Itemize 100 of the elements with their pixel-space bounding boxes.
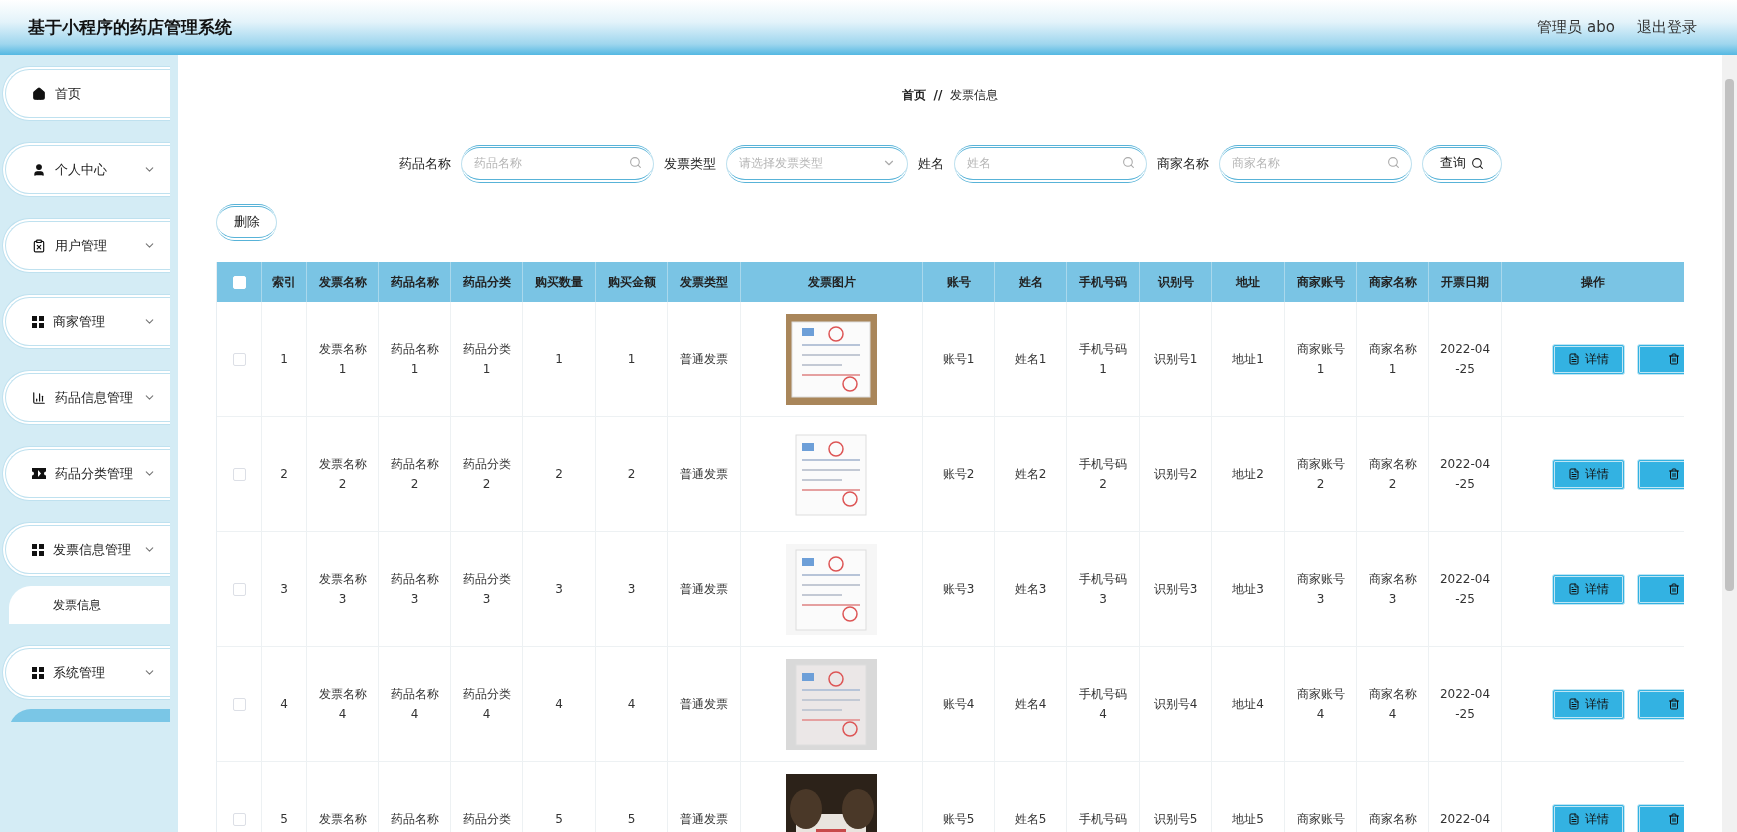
table-cell-text: 姓名4 [1014, 696, 1047, 714]
table-cell-text: 识别号2 [1153, 466, 1198, 484]
column-header: 手机号码 [1079, 273, 1127, 291]
table-cell-text: 账号4 [942, 696, 975, 714]
search-field[interactable]: 商家名称 [1218, 144, 1412, 183]
menu-item[interactable]: 首页 [2, 66, 170, 121]
column-header: 商家名称 [1368, 273, 1417, 291]
table-cell-text: 账号5 [942, 811, 975, 829]
column-header: 操作 [1581, 273, 1605, 291]
table-cell-text: 发票名称3 [317, 571, 368, 609]
table-cell-text: 姓名3 [1014, 581, 1047, 599]
breadcrumb-item[interactable]: 首页 [901, 86, 926, 104]
column-header: 索引 [272, 273, 296, 291]
search-icon [1386, 155, 1400, 169]
table-cell-text: 药品名称3 [389, 571, 440, 609]
table-cell-text: 发票名称4 [317, 686, 368, 724]
table-cell-text: 识别号5 [1153, 811, 1198, 829]
table-cell-text: 手机号码1 [1078, 341, 1128, 379]
search-icon [1470, 156, 1484, 170]
row-checkbox[interactable] [232, 582, 246, 596]
submenu-item[interactable]: 发票信息 [9, 586, 170, 624]
bar-chart-icon [32, 390, 46, 405]
table-cell-text: 5 [627, 811, 636, 829]
column-header: 药品名称 [390, 273, 439, 291]
select-field[interactable]: 请选择发票类型 [725, 144, 908, 183]
table-cell-text: 1 [555, 351, 563, 369]
menu-item[interactable]: 系统管理 [2, 645, 170, 700]
detail-button[interactable]: 详情 [1552, 688, 1625, 720]
search-field[interactable]: 姓名 [953, 144, 1147, 183]
table-cell-text: 账号1 [942, 351, 975, 369]
document-icon [1568, 468, 1580, 481]
table-cell-text: 药品分类 [462, 811, 511, 829]
table-cell-text: 药品分类2 [461, 456, 512, 494]
table-cell-text: 账号2 [942, 466, 975, 484]
column-header: 开票日期 [1441, 273, 1489, 291]
home-icon [32, 86, 46, 101]
table-cell-text: 2022-04-25 [1439, 686, 1491, 724]
document-icon [1568, 813, 1580, 826]
trash-icon [1667, 468, 1680, 481]
table-cell-text: 2022-04 [1439, 811, 1491, 829]
detail-button[interactable]: 详情 [1552, 803, 1625, 832]
column-header: 姓名 [1018, 273, 1043, 291]
column-header: 购买数量 [535, 273, 583, 291]
table-cell-text: 2022-04-25 [1439, 341, 1491, 379]
row-checkbox[interactable] [232, 812, 246, 826]
search-icon [628, 155, 642, 169]
menu-item[interactable]: 药品信息管理 [2, 370, 170, 425]
table-cell-text: 3 [555, 581, 563, 599]
table-cell-text: 3 [627, 581, 636, 599]
row-checkbox[interactable] [232, 352, 246, 366]
menu-item[interactable]: 发票信息管理 [2, 522, 170, 577]
table-cell-text: 商家账号4 [1295, 686, 1346, 724]
table-cell-text: 药品名称2 [389, 456, 440, 494]
menu-item[interactable]: 药品分类管理 [2, 446, 170, 501]
table-cell-text: 识别号4 [1153, 696, 1198, 714]
table-cell-text: 5 [280, 811, 288, 829]
table-cell-text: 地址1 [1232, 351, 1264, 369]
menu-item[interactable]: 用户管理 [2, 218, 170, 273]
table-cell-text: 2022-04-25 [1439, 456, 1491, 494]
detail-button[interactable]: 详情 [1552, 458, 1625, 490]
table-cell-text: 2 [555, 466, 563, 484]
query-button[interactable]: 查询 [1421, 144, 1502, 183]
table-cell-text: 普通发票 [680, 351, 728, 369]
table-cell-text: 商家账号 [1296, 811, 1345, 829]
table-cell-text: 药品分类1 [461, 341, 512, 379]
row-checkbox[interactable] [232, 697, 246, 711]
trash-icon [1667, 698, 1680, 711]
document-icon [1568, 353, 1580, 366]
search-icon [1121, 155, 1135, 169]
trash-icon [1667, 813, 1680, 826]
menu-item[interactable]: 商家管理 [2, 294, 170, 349]
search-field[interactable]: 药品名称 [460, 144, 654, 183]
table-cell-text: 商家账号3 [1295, 571, 1346, 609]
table-cell-text: 药品名称1 [389, 341, 440, 379]
table-cell-text: 商家名称 [1368, 811, 1417, 829]
table-cell-text: 药品分类3 [461, 571, 512, 609]
row-checkbox[interactable] [232, 467, 246, 481]
menu-item[interactable]: 个人中心 [2, 142, 170, 197]
detail-button[interactable]: 详情 [1552, 573, 1625, 605]
table-cell-text: 4 [280, 696, 288, 714]
scrollbar[interactable] [1722, 55, 1737, 832]
table-cell-text: 3 [280, 581, 288, 599]
delete-button[interactable]: 删除 [216, 203, 277, 242]
field-label: 发票类型 [663, 154, 716, 173]
table-cell-text: 普通发票 [680, 466, 728, 484]
app-title: 基于小程序的药店管理系统 [28, 16, 232, 39]
table-cell-text: 手机号码 [1079, 811, 1127, 829]
clipboard-icon [32, 238, 46, 253]
table-cell-text: 商家名称3 [1367, 571, 1418, 609]
table-cell-text: 药品名称 [390, 811, 439, 829]
column-header: 发票类型 [680, 273, 728, 291]
table-cell-text: 普通发票 [680, 696, 728, 714]
table-cell-text: 识别号1 [1153, 351, 1198, 369]
trash-icon [1667, 353, 1680, 366]
table-cell-text: 普通发票 [680, 811, 728, 829]
table-cell-text: 5 [555, 811, 563, 829]
select-all-checkbox[interactable] [232, 275, 246, 289]
detail-button[interactable]: 详情 [1552, 343, 1625, 375]
logout-link[interactable]: 退出登录 [1637, 18, 1697, 37]
grid-icon [32, 315, 44, 328]
